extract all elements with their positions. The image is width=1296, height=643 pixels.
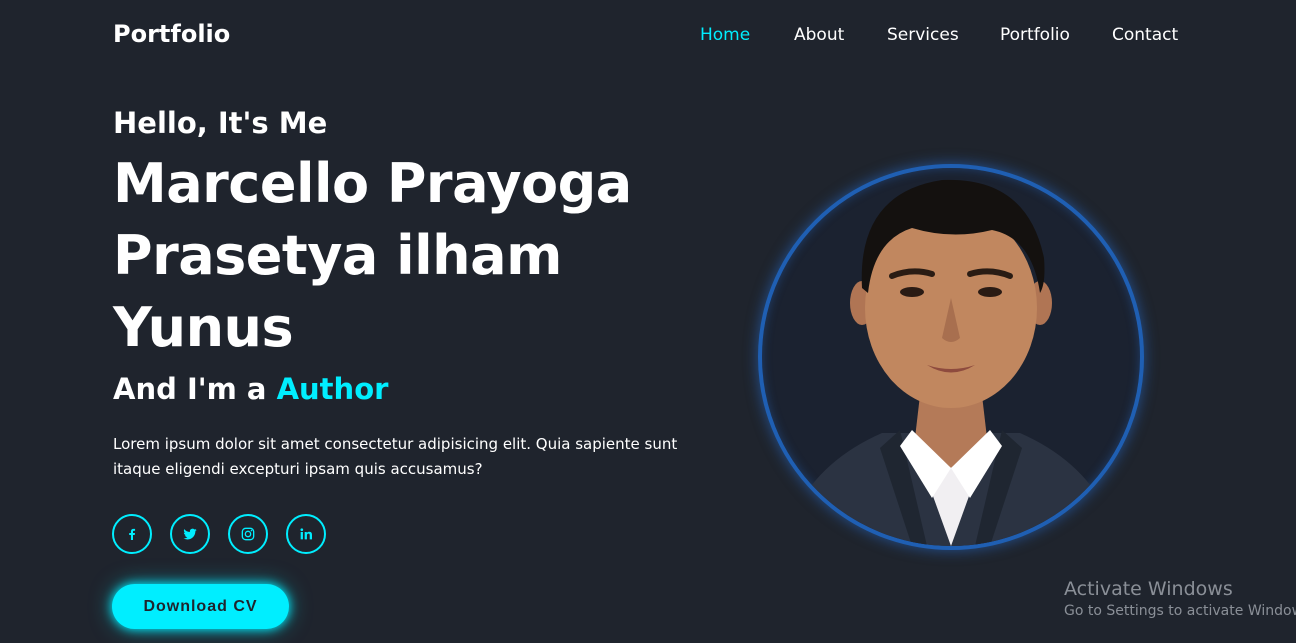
nav-contact[interactable]: Contact xyxy=(1112,25,1178,45)
facebook-link[interactable] xyxy=(112,514,152,554)
facebook-icon xyxy=(129,528,136,540)
linkedin-link[interactable] xyxy=(286,514,326,554)
instagram-icon xyxy=(241,527,255,541)
instagram-link[interactable] xyxy=(228,514,268,554)
hero-name-line: Yunus xyxy=(113,296,294,359)
nav-home[interactable]: Home xyxy=(700,25,750,45)
linkedin-icon xyxy=(300,528,312,540)
logo-link[interactable]: Portfolio xyxy=(113,20,230,48)
hero-name: Marcello Prayoga Prasetya ilham Yunus xyxy=(113,148,733,364)
hero-role: And I'm a Author xyxy=(113,368,733,410)
hero-content: Hello, It's Me Marcello Prayoga Prasetya… xyxy=(113,104,733,482)
activate-windows-subtitle: Go to Settings to activate Windows. xyxy=(1064,603,1296,619)
hero-role-highlight: Author xyxy=(276,372,389,406)
social-links xyxy=(112,514,326,554)
hero-role-prefix: And I'm a xyxy=(113,372,277,406)
nav-portfolio[interactable]: Portfolio xyxy=(1000,25,1070,45)
twitter-link[interactable] xyxy=(170,514,210,554)
hero-greeting: Hello, It's Me xyxy=(113,106,328,140)
nav-about[interactable]: About xyxy=(794,25,844,45)
hero-name-line: Marcello Prayoga xyxy=(113,152,632,215)
profile-portrait xyxy=(782,179,1120,546)
download-cv-button[interactable]: Download CV xyxy=(112,584,289,629)
site-header: Portfolio Home About Services Portfolio … xyxy=(0,0,1296,72)
profile-photo xyxy=(758,164,1144,550)
avatar-frame xyxy=(758,164,1144,550)
twitter-icon xyxy=(183,528,197,540)
page: Portfolio Home About Services Portfolio … xyxy=(0,0,1296,643)
hero-name-line: Prasetya ilham xyxy=(113,224,562,287)
activate-windows-title: Activate Windows xyxy=(1064,578,1233,600)
hero-description: Lorem ipsum dolor sit amet consectetur a… xyxy=(113,435,678,478)
nav-services[interactable]: Services xyxy=(887,25,959,45)
